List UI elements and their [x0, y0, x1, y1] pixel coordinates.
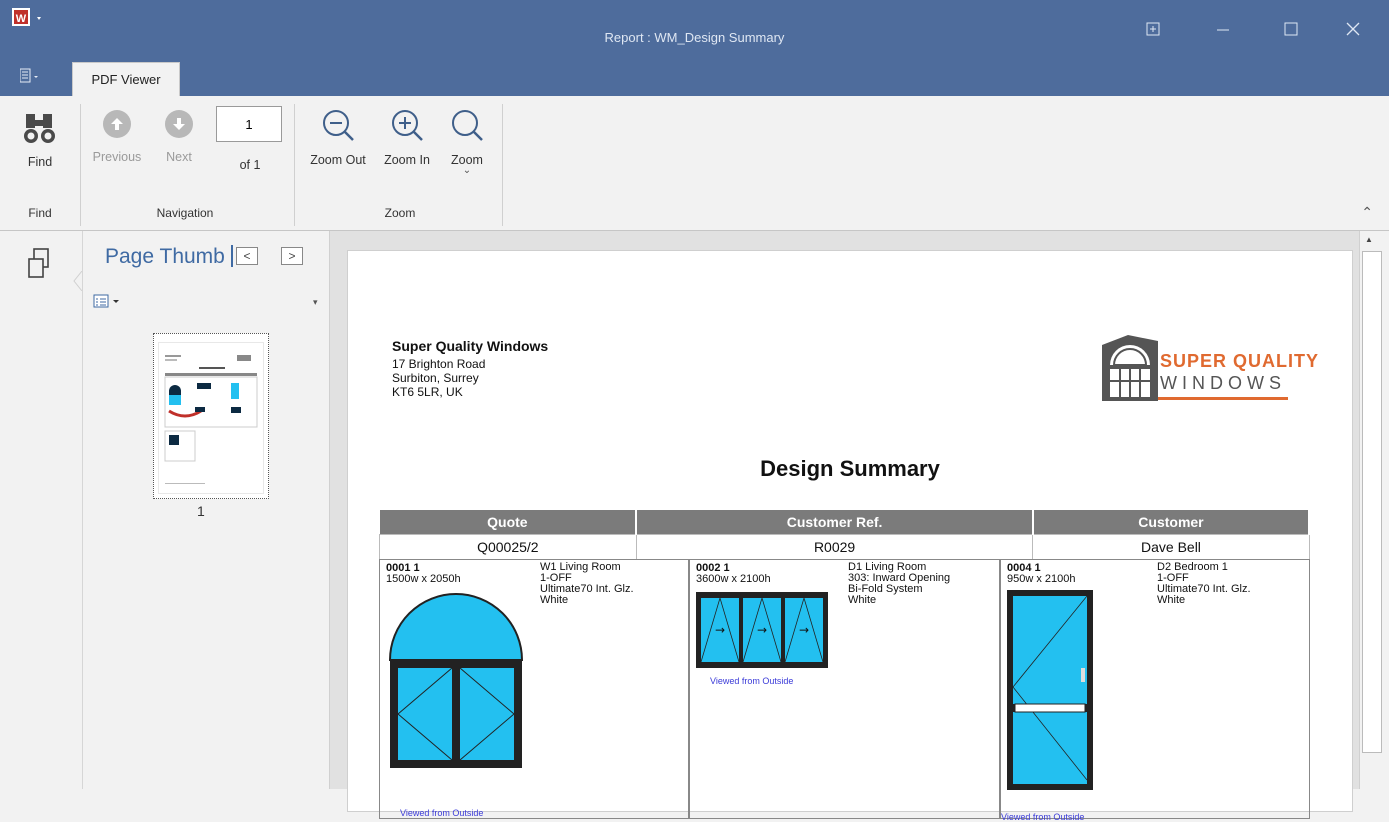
title-bar: W Report : WM_Design Summary [0, 0, 1389, 60]
item-description: W1 Living Room 1-OFF Ultimate70 Int. Glz. W… [540, 561, 634, 606]
viewed-label: Viewed from Outside [400, 808, 484, 818]
summary-table: Quote Customer Ref. Customer Q00025/2 R0… [379, 510, 1311, 560]
group-divider [502, 104, 503, 226]
zoom-in-icon [375, 108, 439, 147]
binoculars-icon [22, 110, 58, 149]
svg-text:→: → [715, 623, 725, 637]
next-button[interactable]: Next [156, 110, 202, 164]
thumbnail-page-number: 1 [197, 503, 205, 519]
thumbnail-preview [158, 342, 264, 494]
page-number-input[interactable] [216, 106, 282, 142]
column-header: Customer Ref. [636, 510, 1034, 535]
panel-scroll-left-icon[interactable]: < [236, 247, 258, 265]
logo-line2: WINDOWS [1160, 373, 1286, 393]
svg-text:W: W [16, 13, 27, 25]
design-item: 0001 1 1500w x 2050h W1 Living Room 1-OFF… [379, 559, 689, 819]
panel-title: Page Thumb [105, 245, 225, 268]
company-name: Super Quality Windows [392, 338, 549, 354]
group-divider [294, 104, 295, 226]
zoom-out-label: Zoom Out [310, 153, 366, 167]
pdf-page: Super Quality Windows 17 Brighton Road S… [347, 250, 1353, 822]
minimize-icon[interactable] [1208, 22, 1238, 41]
collapse-ribbon-icon[interactable]: ⌃ [1361, 204, 1373, 221]
page-thumbnails-icon[interactable] [26, 247, 56, 284]
customer-ref-value: R0029 [635, 534, 1034, 560]
chevron-down-icon: ⌄ [462, 165, 472, 176]
item-size: 3600w x 2100h [696, 573, 771, 585]
item-size: 950w x 2100h [1007, 573, 1076, 585]
scrollbar-thumb[interactable] [1362, 251, 1382, 753]
panel-pointer [72, 270, 83, 292]
side-panel-strip [0, 231, 83, 789]
ribbon-tab-bar: PDF Viewer [0, 60, 1389, 96]
customer-value: Dave Bell [1032, 534, 1310, 560]
zoom-out-icon [303, 108, 373, 147]
panel-dropdown-icon[interactable]: ▾ [313, 297, 318, 308]
previous-label: Previous [92, 150, 142, 164]
ribbon: Find Find Previous Next of 1 Navigation … [0, 96, 1389, 231]
address-line: 17 Brighton Road [392, 357, 486, 371]
group-label-zoom: Zoom [384, 206, 416, 220]
svg-text:→: → [757, 623, 767, 637]
window-title: Report : WM_Design Summary [604, 30, 785, 45]
viewed-label: Viewed from Outside [710, 676, 794, 686]
page-count-label: of 1 [239, 158, 261, 172]
thumbnail-options-icon[interactable] [93, 293, 123, 312]
group-divider [80, 104, 81, 226]
group-label-navigation: Navigation [156, 206, 214, 220]
quote-value: Q00025/2 [379, 534, 637, 560]
text-caret [231, 245, 233, 267]
item-description: D2 Bedroom 1 1-OFF Ultimate70 Int. Glz. Whi… [1157, 561, 1251, 606]
group-label-find: Find [28, 206, 52, 220]
zoom-out-button[interactable]: Zoom Out [303, 108, 373, 167]
item-size: 1500w x 2050h [386, 573, 461, 585]
report-title: Design Summary [760, 456, 940, 481]
pdf-viewport[interactable]: Super Quality Windows 17 Brighton Road S… [330, 231, 1359, 822]
svg-text:→: → [799, 623, 809, 637]
close-icon[interactable] [1338, 22, 1368, 41]
design-item: 0002 1 3600w x 2100h D1 Living Room 303: … [689, 559, 1000, 819]
column-header: Quote [379, 510, 638, 535]
app-menu-icon[interactable]: W [12, 8, 48, 30]
find-label: Find [27, 155, 53, 169]
zoom-in-label: Zoom In [384, 153, 430, 167]
page-thumbnail[interactable] [153, 333, 269, 499]
scroll-up-icon[interactable]: ▲ [1365, 235, 1373, 244]
arrow-down-icon [165, 110, 193, 138]
vertical-scrollbar[interactable]: ▲ [1359, 231, 1389, 789]
magnifier-icon [442, 108, 492, 147]
find-button[interactable]: Find [22, 110, 58, 169]
maximize-icon[interactable] [1276, 22, 1306, 41]
address-line: KT6 5LR, UK [392, 385, 463, 399]
restore-icon[interactable] [1138, 22, 1168, 41]
door-drawing [1007, 590, 1093, 793]
design-item: 0004 1 950w x 2100h D2 Bedroom 1 1-OFF Ult… [1000, 559, 1310, 822]
tab-pdf-viewer[interactable]: PDF Viewer [72, 62, 180, 96]
previous-button[interactable]: Previous [92, 110, 142, 164]
item-description: D1 Living Room 303: Inward Opening Bi-Fold… [848, 561, 951, 606]
company-logo: SUPER QUALITY WINDOWS [1098, 331, 1318, 403]
panel-scroll-right-icon[interactable]: > [281, 247, 303, 265]
zoom-in-button[interactable]: Zoom In [375, 108, 439, 167]
arrow-up-icon [103, 110, 131, 138]
backstage-menu-icon[interactable] [19, 68, 42, 87]
next-label: Next [166, 150, 192, 164]
column-header: Customer [1032, 510, 1311, 535]
logo-line1: SUPER QUALITY [1160, 351, 1320, 371]
zoom-dropdown-button[interactable]: Zoom ⌄ [442, 108, 492, 176]
window-drawing [386, 590, 526, 783]
bifold-door-drawing: → → → [696, 592, 828, 671]
address-line: Surbiton, Surrey [392, 371, 479, 385]
viewed-label: Viewed from Outside [1001, 812, 1085, 822]
thumbnail-panel: Page Thumb < > ▾ 1 [83, 231, 330, 789]
